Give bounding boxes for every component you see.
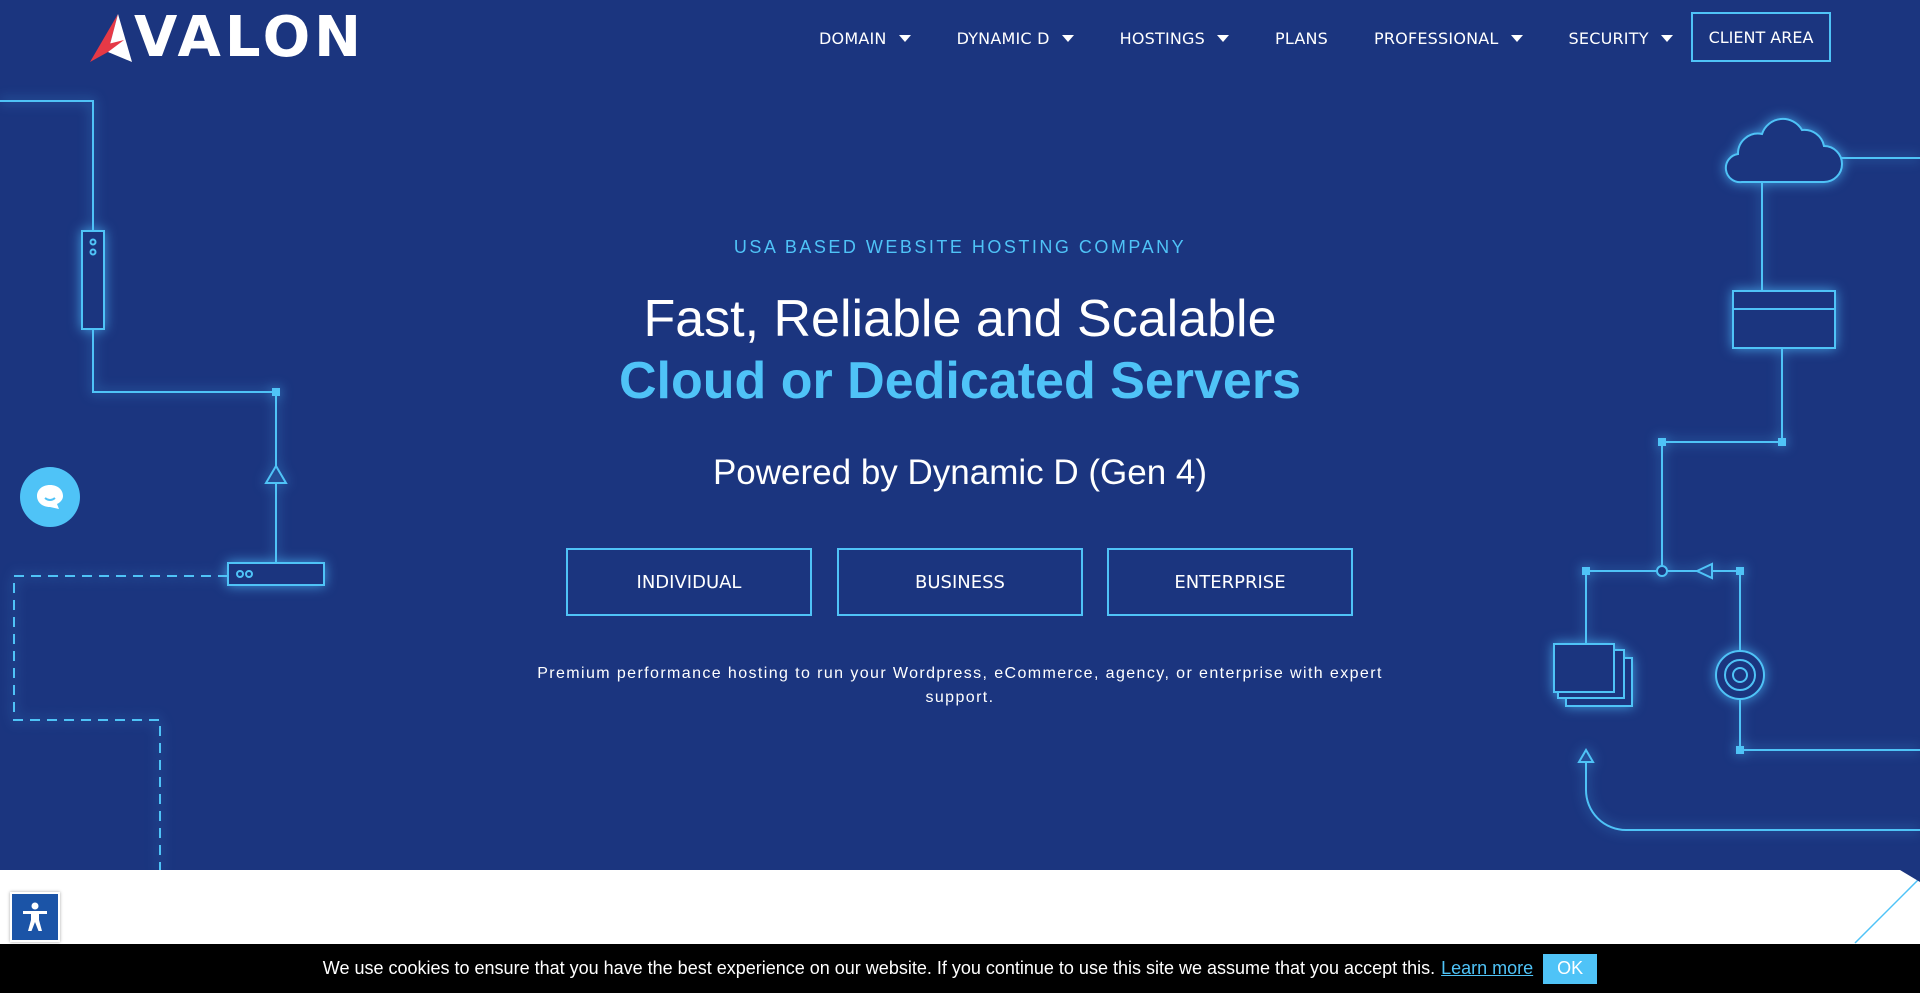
hero-title: Fast, Reliable and Scalable <box>643 290 1277 348</box>
nav-item-label: PROFESSIONAL <box>1374 28 1499 48</box>
chat-bubble-icon <box>37 485 63 509</box>
nav-item-professional[interactable]: PROFESSIONAL <box>1374 29 1523 48</box>
enterprise-button[interactable]: ENTERPRISE <box>1107 548 1353 616</box>
caret-down-icon <box>1660 34 1673 42</box>
individual-button[interactable]: INDIVIDUAL <box>566 548 812 616</box>
hero-description: Premium performance hosting to run your … <box>537 665 1383 706</box>
hero-section: VALON DOMAIN DYNAMIC D HOSTINGS PLANS PR… <box>0 0 1920 870</box>
nav-item-label: DYNAMIC D <box>956 28 1050 48</box>
business-button[interactable]: BUSINESS <box>837 548 1083 616</box>
hero-eyebrow: USA BASED WEBSITE HOSTING COMPANY <box>733 237 1187 257</box>
nav-item-security[interactable]: SECURITY <box>1569 29 1673 48</box>
accessibility-icon <box>23 902 47 931</box>
hero-subtitle: Powered by Dynamic D (Gen 4) <box>712 453 1208 492</box>
cookie-bar: We use cookies to ensure that you have t… <box>0 944 1920 993</box>
logo-text: VALON <box>134 5 366 70</box>
nav-item-dynamic-d[interactable]: DYNAMIC D <box>957 29 1074 48</box>
accessibility-button[interactable] <box>10 892 60 942</box>
caret-down-icon <box>898 34 911 42</box>
valon-logo[interactable]: VALON <box>88 10 365 66</box>
hero-title-accent: Cloud or Dedicated Servers <box>619 352 1301 410</box>
network-lines-decoration <box>0 100 1920 870</box>
nav-item-label: PLANS <box>1275 28 1329 48</box>
caret-down-icon <box>1217 34 1230 42</box>
cookie-ok-button[interactable]: OK <box>1543 953 1598 984</box>
hero-edge-decoration <box>1900 870 1920 882</box>
main-navigation: DOMAIN DYNAMIC D HOSTINGS PLANS PROFESSI… <box>819 0 1719 76</box>
nav-item-domain[interactable]: DOMAIN <box>819 29 911 48</box>
caret-down-icon <box>1510 34 1523 42</box>
logo-arrow-icon <box>90 14 132 62</box>
client-area-button[interactable]: CLIENT AREA <box>1691 12 1831 62</box>
nav-item-hostings[interactable]: HOSTINGS <box>1119 28 1230 48</box>
nav-item-plans[interactable]: PLANS <box>1275 29 1328 48</box>
nav-item-label: DOMAIN <box>819 28 887 48</box>
nav-item-label: HOSTINGS <box>1119 28 1206 48</box>
caret-down-icon <box>1061 34 1074 42</box>
nav-item-label: SECURITY <box>1568 28 1649 48</box>
cookie-learn-more-link[interactable]: Learn more <box>1441 958 1533 979</box>
cookie-message: We use cookies to ensure that you have t… <box>322 958 1436 978</box>
chat-widget-button[interactable] <box>20 467 80 527</box>
